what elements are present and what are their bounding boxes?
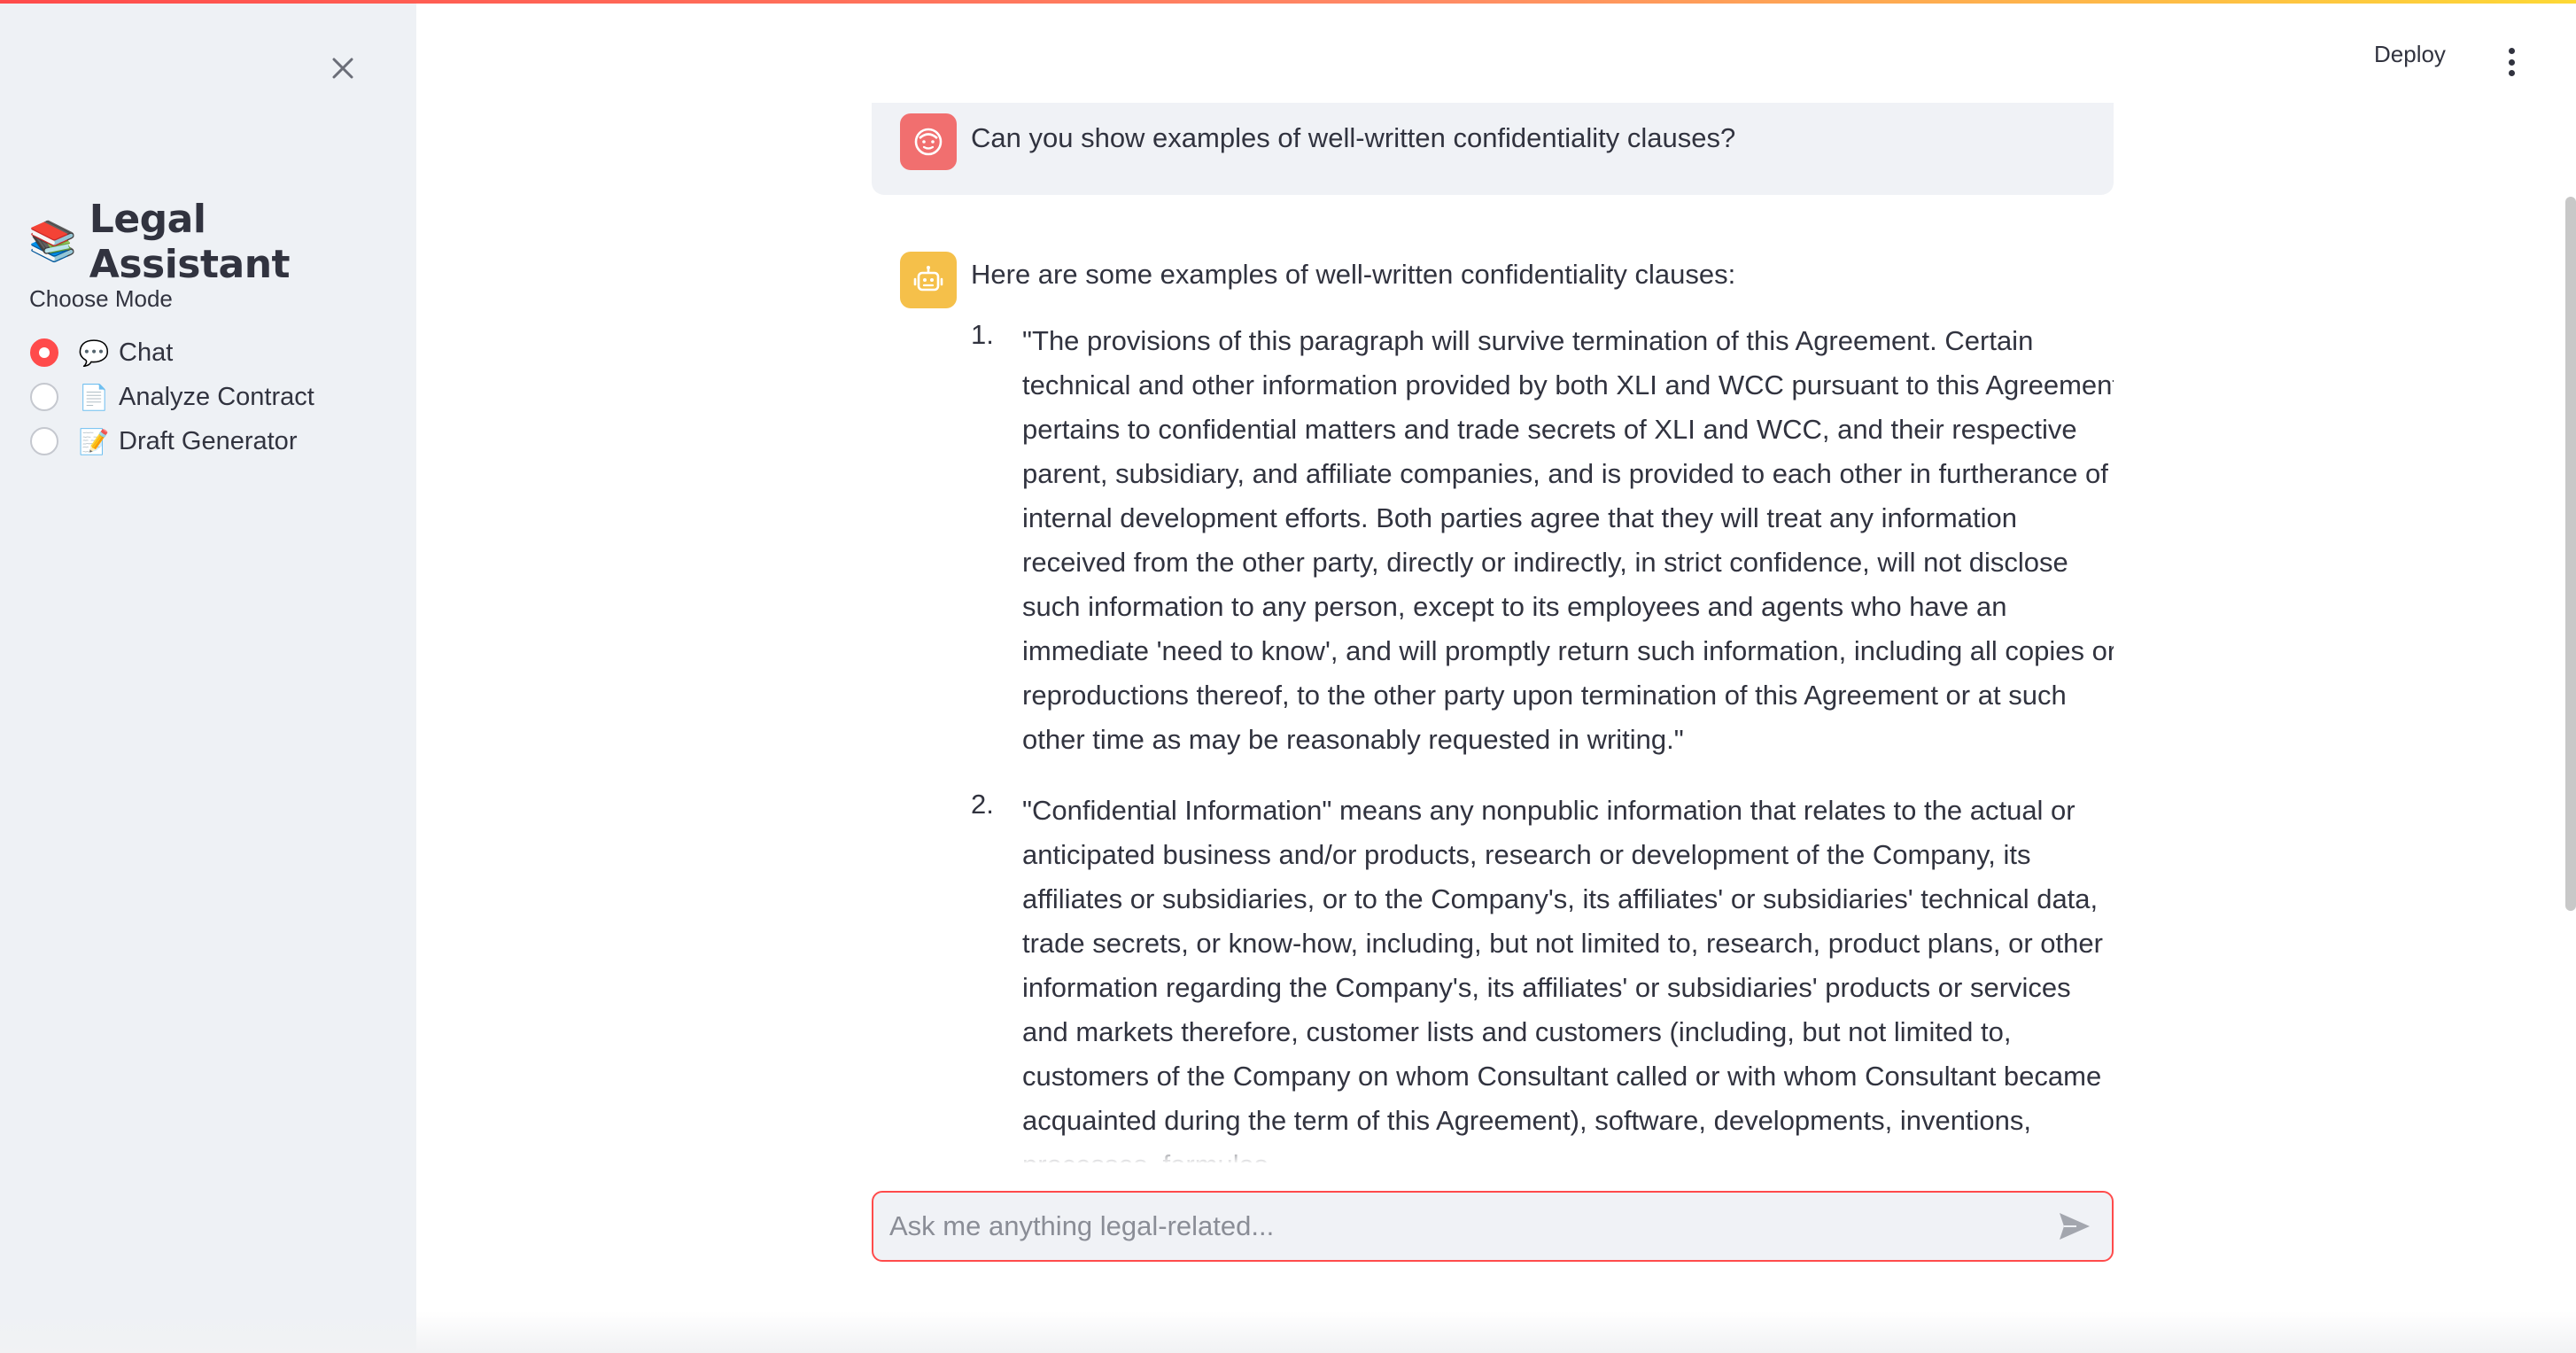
- user-message-text: Can you show examples of well-written co…: [971, 122, 1736, 153]
- radio-button[interactable]: [30, 383, 58, 411]
- vertical-dots-icon: [2508, 48, 2515, 54]
- radio-button[interactable]: [30, 427, 58, 455]
- speech-bubble-icon: 💬: [78, 338, 110, 367]
- mode-option-chat[interactable]: 💬 Chat: [30, 330, 314, 375]
- deploy-button[interactable]: Deploy: [2374, 41, 2446, 68]
- main-menu-button[interactable]: [2498, 44, 2525, 80]
- assistant-intro-text: Here are some examples of well-written c…: [971, 259, 1736, 290]
- chat-scroll-fade: [872, 1138, 2114, 1164]
- mode-radio-group: 💬 Chat 📄 Analyze Contract 📝 Draft Genera…: [30, 330, 314, 463]
- top-decoration-bar: [0, 0, 2576, 4]
- sidebar: 📚 Legal Assistant Choose Mode 💬 Chat 📄 A…: [0, 0, 416, 1353]
- chat-input-field[interactable]: [889, 1193, 2023, 1260]
- books-icon: 📚: [28, 220, 77, 263]
- mode-option-analyze-contract[interactable]: 📄 Analyze Contract: [30, 375, 314, 419]
- menu-dot: [2508, 70, 2515, 76]
- assistant-avatar: [900, 252, 957, 308]
- mode-option-draft-generator[interactable]: 📝 Draft Generator: [30, 419, 314, 463]
- user-face-icon: [914, 128, 943, 156]
- close-icon: [332, 58, 353, 79]
- list-item-text: "The provisions of this paragraph will s…: [1022, 325, 2114, 755]
- send-icon: [2060, 1213, 2090, 1240]
- mode-label: Choose Mode: [29, 285, 173, 312]
- robot-icon: [913, 266, 943, 292]
- app-title-text: Legal Assistant: [89, 197, 291, 287]
- list-item-number: 2.: [971, 789, 994, 820]
- list-item-number: 1.: [971, 319, 994, 350]
- list-item-text: "Confidential Information" means any non…: [1022, 795, 2103, 1162]
- mode-option-label: Analyze Contract: [119, 382, 314, 411]
- chat-message-list: Can you show examples of well-written co…: [872, 103, 2114, 1162]
- app-title: 📚 Legal Assistant: [28, 197, 416, 287]
- user-message: Can you show examples of well-written co…: [872, 103, 2114, 195]
- chat-input-box[interactable]: [872, 1191, 2114, 1262]
- bottom-shade: [0, 1311, 2576, 1353]
- scrollbar-thumb[interactable]: [2565, 197, 2576, 911]
- menu-dot: [2508, 58, 2515, 66]
- document-icon: 📄: [78, 383, 110, 411]
- mode-option-label: Draft Generator: [119, 426, 298, 455]
- send-button[interactable]: [2057, 1210, 2092, 1242]
- user-avatar: [900, 113, 957, 170]
- sidebar-close-button[interactable]: [322, 48, 363, 89]
- memo-icon: 📝: [78, 427, 110, 455]
- radio-button[interactable]: [30, 338, 58, 367]
- mode-option-label: Chat: [119, 338, 174, 367]
